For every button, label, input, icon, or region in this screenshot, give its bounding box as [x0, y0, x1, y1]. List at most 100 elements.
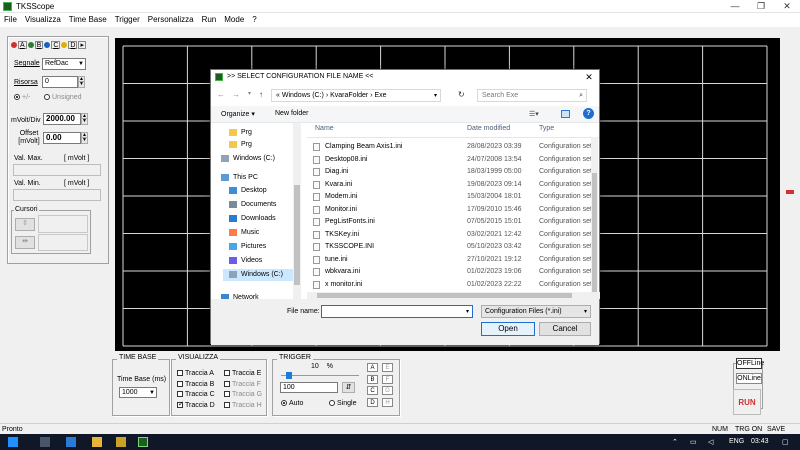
breadcrumb-windows-c[interactable]: Windows (C:): [282, 92, 324, 99]
tree-item-music[interactable]: Music: [229, 227, 259, 239]
network-icon[interactable]: ▭: [690, 438, 697, 446]
file-row[interactable]: x monitor.ini 01/02/2023 22:22 Configurati…: [307, 279, 597, 291]
checkbox-box[interactable]: [177, 391, 183, 398]
tray-chevron-icon[interactable]: ⌃: [672, 438, 678, 446]
file-row[interactable]: Modem.ini 15/03/2004 18:01 Configuration s…: [307, 191, 597, 203]
close-button[interactable]: ✕: [774, 0, 800, 13]
channel-d[interactable]: D: [61, 41, 78, 49]
trigger-channel-f-button[interactable]: F: [382, 374, 393, 384]
new-folder-button[interactable]: New folder: [275, 110, 308, 117]
file-row[interactable]: TKSKey.ini 03/02/2021 12:42 Configuration …: [307, 229, 597, 241]
file-row[interactable]: Clamping Beam Axis1.ini 28/08/2023 03:39 C…: [307, 141, 597, 153]
file-row[interactable]: wbkvara.ini 01/02/2023 19:06 Configuration…: [307, 266, 597, 278]
checkbox-box[interactable]: [224, 391, 230, 398]
checkbox-box[interactable]: [177, 380, 183, 387]
risorsa-input[interactable]: 0: [42, 76, 78, 88]
menu-file[interactable]: File: [0, 13, 21, 27]
trigger-channel-h-button[interactable]: H: [382, 397, 393, 407]
tree-item-folder[interactable]: Prg: [229, 127, 252, 139]
file-row[interactable]: tune.ini 27/10/2021 19:12 Configuration se…: [307, 254, 597, 266]
tree-item-desktop[interactable]: Desktop: [229, 185, 267, 197]
clock[interactable]: 03:43: [751, 438, 769, 445]
online-button[interactable]: ONLine: [736, 373, 762, 384]
file-explorer-icon[interactable]: [92, 437, 102, 447]
tree-item-folder[interactable]: Prg: [229, 139, 252, 151]
preview-pane-icon[interactable]: [561, 110, 570, 118]
traccia-checkbox[interactable]: Traccia E: [224, 370, 261, 377]
menu-mode[interactable]: Mode: [220, 13, 248, 27]
checkbox-box[interactable]: [177, 400, 184, 408]
task-view-icon[interactable]: [40, 437, 50, 447]
tree-item-documents[interactable]: Documents: [229, 199, 276, 211]
breadcrumb-exe[interactable]: Exe: [375, 92, 387, 99]
trigger-slider[interactable]: [281, 375, 359, 376]
run-button[interactable]: RUN: [733, 389, 761, 415]
help-icon[interactable]: ?: [583, 108, 594, 119]
column-date-modified[interactable]: Date modified: [467, 125, 510, 132]
file-name-input[interactable]: ▾: [321, 305, 473, 318]
menu-help[interactable]: ?: [248, 13, 260, 27]
list-hscroll-thumb[interactable]: [317, 293, 572, 298]
back-arrow-icon[interactable]: ←: [217, 90, 225, 99]
app-taskbar-icon[interactable]: [116, 437, 126, 447]
file-row[interactable]: Kvara.ini 19/08/2023 09:14 Configuration s…: [307, 179, 597, 191]
column-name[interactable]: Name: [315, 125, 334, 132]
volume-icon[interactable]: ◁: [708, 438, 713, 446]
maximize-button[interactable]: ❐: [748, 0, 774, 13]
refresh-icon[interactable]: ↻: [458, 90, 465, 99]
traccia-checkbox[interactable]: Traccia H: [224, 402, 262, 409]
traccia-checkbox[interactable]: Traccia F: [224, 381, 261, 388]
mvolt-div-input[interactable]: 2000.00: [43, 113, 81, 125]
open-button[interactable]: Open: [481, 322, 535, 336]
traccia-checkbox[interactable]: Traccia G: [224, 391, 262, 398]
channel-c[interactable]: C: [44, 41, 61, 49]
auto-radio[interactable]: [281, 400, 287, 407]
forward-arrow-icon[interactable]: →: [232, 90, 240, 99]
trigger-slider-thumb[interactable]: [286, 372, 292, 379]
column-type[interactable]: Type: [539, 125, 554, 132]
minimize-button[interactable]: —: [722, 0, 748, 13]
menu-personalizza[interactable]: Personalizza: [144, 13, 198, 27]
offset-spinner[interactable]: ▲ ▼: [81, 132, 88, 144]
trigger-value-input[interactable]: 100: [280, 382, 338, 393]
file-row[interactable]: Desktop08.ini 24/07/2008 13:54 Configurati…: [307, 154, 597, 166]
menu-time-base[interactable]: Time Base: [65, 13, 111, 27]
trigger-channel-g-button[interactable]: G: [382, 386, 393, 395]
menu-visualizza[interactable]: Visualizza: [21, 13, 65, 27]
file-row[interactable]: TKSSCOPE.INI 05/10/2023 03:42 Configuratio…: [307, 241, 597, 253]
recent-chevron-icon[interactable]: ▾: [248, 90, 251, 97]
checkbox-box[interactable]: [177, 370, 183, 377]
single-option[interactable]: Single: [329, 400, 356, 407]
address-chevron-icon[interactable]: ▾: [434, 90, 437, 102]
file-type-select[interactable]: Configuration Files (*.ini) ▾: [481, 305, 591, 318]
cancel-button[interactable]: Cancel: [539, 322, 591, 336]
list-scrollbar[interactable]: [591, 137, 598, 295]
tree-item-network[interactable]: Network: [221, 292, 259, 299]
up-arrow-icon[interactable]: ↑: [259, 90, 263, 99]
traccia-checkbox[interactable]: Traccia C: [177, 391, 215, 398]
cursor-vertical-button[interactable]: ⇹: [15, 236, 35, 249]
tree-item-pc[interactable]: This PC: [221, 172, 258, 184]
risorsa-spinner[interactable]: ▲ ▼: [78, 76, 85, 88]
search-input[interactable]: Search Exe ⌕: [477, 89, 587, 102]
tree-item-drive[interactable]: Windows (C:): [221, 153, 275, 165]
tksscope-taskbar-icon[interactable]: [138, 437, 148, 447]
checkbox-box[interactable]: [224, 401, 230, 408]
tree-item-videos[interactable]: Videos: [229, 255, 262, 267]
tree-scrollbar[interactable]: [293, 123, 301, 299]
checkbox-box[interactable]: [224, 370, 230, 377]
trigger-apply-button[interactable]: ⇵: [342, 382, 355, 393]
organize-button[interactable]: Organize ▾: [221, 110, 255, 118]
list-horizontal-scrollbar[interactable]: [307, 292, 600, 299]
traccia-checkbox[interactable]: Traccia B: [177, 381, 214, 388]
offline-button[interactable]: OFFLine: [736, 358, 764, 369]
tree-item-drive[interactable]: Windows (C:): [223, 269, 293, 281]
tree-scroll-thumb[interactable]: [294, 185, 300, 285]
edge-icon[interactable]: [66, 437, 76, 447]
menu-run[interactable]: Run: [198, 13, 221, 27]
channel-a[interactable]: A: [11, 41, 27, 49]
trigger-channel-d-button[interactable]: D: [367, 397, 378, 407]
time-base-select[interactable]: 1000 ▼: [119, 387, 157, 398]
trigger-channel-a-button[interactable]: A: [367, 363, 378, 372]
trigger-channel-e-button[interactable]: E: [382, 363, 393, 372]
